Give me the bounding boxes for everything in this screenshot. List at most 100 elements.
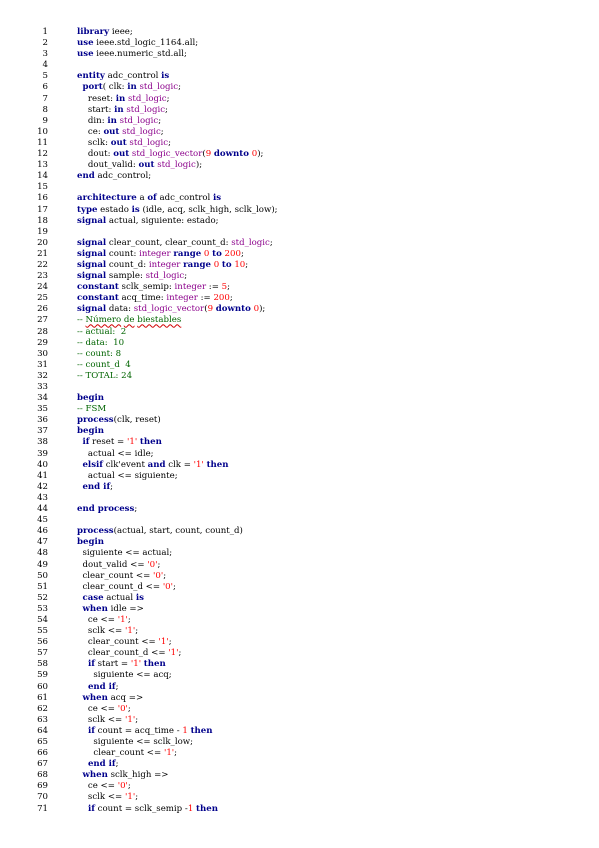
code-token: use (77, 38, 94, 49)
code-line: 53 when idle => (0, 604, 599, 615)
code-token: use (77, 49, 94, 60)
code-token: std_logic (157, 160, 196, 171)
code-text: -- TOTAL: 24 (77, 371, 132, 382)
line-number: 44 (37, 504, 48, 515)
code-text: actual <= idle; (77, 449, 154, 460)
code-token: actual (103, 592, 136, 603)
code-line: 2 use ieee.std_logic_1164.all; (0, 38, 599, 49)
line-number: 26 (37, 304, 48, 315)
line-number: 49 (37, 559, 48, 570)
code-token: ; (168, 637, 172, 648)
code-text: begin (77, 537, 104, 548)
code-token: estado (97, 204, 132, 215)
code-token: '0' (117, 703, 128, 714)
line-number: 63 (37, 714, 48, 725)
code-line: 67 end if; (0, 759, 599, 770)
code-line: 20 signal clear_count, clear_count_d: std… (0, 238, 599, 249)
code-token: in (127, 82, 137, 93)
code-token: begin (77, 393, 104, 404)
code-line: 22 signal count_d: integer range 0 to 10; (0, 260, 599, 271)
code-token: dout_valid <= (77, 559, 148, 570)
code-text: when sclk_high => (77, 770, 169, 781)
code-line: 26 signal data: std_logic_vector(9 downto… (0, 304, 599, 315)
code-line: 13 dout_valid: out std_logic); (0, 160, 599, 171)
code-text: signal actual, siguiente: estado; (77, 216, 219, 227)
code-token: count = sclk_semip - (94, 803, 188, 814)
code-line: 70 sclk <= '1'; (0, 792, 599, 803)
code-token: acq_time: (118, 293, 167, 304)
code-token: std_logic (231, 237, 270, 248)
code-token: ieee.numeric_std.all; (93, 49, 187, 60)
code-token: end (77, 171, 95, 182)
code-text: clear_count_d <= '1'; (77, 648, 181, 659)
code-text: siguiente <= actual; (77, 548, 172, 559)
code-token: process (77, 526, 114, 537)
code-token: acq => (107, 692, 144, 703)
line-number: 2 (42, 38, 48, 49)
code-token: idle => (107, 603, 144, 614)
code-line: 55 sclk <= '1'; (0, 626, 599, 637)
code-token: siguiente <= actual; (77, 548, 173, 559)
code-text: ce <= '0'; (77, 704, 131, 715)
code-text: siguiente <= sclk_low; (77, 737, 193, 748)
code-token: begin (77, 537, 104, 548)
code-token: count: (106, 248, 140, 259)
code-text: ce: out std_logic; (77, 127, 164, 138)
code-token: integer (148, 259, 181, 270)
code-token: '0' (153, 570, 164, 581)
line-number: 37 (37, 426, 48, 437)
code-text: sclk <= '1'; (77, 792, 138, 803)
code-token: ; (245, 259, 249, 270)
code-text: signal count_d: integer range 0 to 10; (77, 260, 248, 271)
code-line: 43 (0, 493, 599, 504)
code-text: -- FSM (77, 404, 106, 415)
code-token: range (183, 259, 211, 270)
code-line: 49 dout_valid <= '0'; (0, 560, 599, 571)
code-line: 34 begin (0, 393, 599, 404)
line-number: 8 (42, 104, 48, 115)
code-token: of (147, 193, 157, 204)
code-token: and (147, 459, 166, 470)
line-number: 43 (37, 492, 48, 503)
line-number: 47 (37, 537, 48, 548)
code-token: in (115, 93, 126, 104)
code-text: clear_count_d <= '0'; (77, 581, 175, 593)
code-token: ; (184, 271, 188, 282)
code-token: (actual, start, count, count_d) (113, 526, 243, 537)
code-line: 50 clear_count <= '0'; (0, 571, 599, 582)
code-token: out (110, 137, 127, 148)
code-token: '0' (162, 581, 174, 592)
code-token: signal (77, 248, 107, 259)
code-token: then (143, 659, 166, 670)
line-number: 62 (37, 703, 48, 714)
code-text: ce <= '0'; (77, 781, 131, 792)
code-token: sclk_high => (107, 770, 169, 781)
code-text: -- count_d 4 (77, 360, 131, 371)
code-token: ; (127, 614, 131, 625)
code-text: begin (77, 393, 104, 404)
code-line: 71 if count = sclk_semip -1 then (0, 804, 599, 815)
code-text: dout_valid <= '0'; (77, 560, 160, 571)
code-token: 200 (213, 293, 230, 304)
code-token: ); (259, 304, 266, 315)
code-text: constant acq_time: integer := 200; (77, 293, 233, 304)
line-number: 32 (37, 370, 48, 381)
code-text: actual <= siguiente; (77, 471, 178, 482)
code-token: 10 (234, 259, 246, 270)
code-token: ; (163, 570, 167, 581)
code-line: 24 constant sclk_semip: integer := 5; (0, 282, 599, 293)
code-text: start: in std_logic; (77, 105, 168, 116)
line-number: 65 (37, 737, 48, 747)
line-number: 20 (37, 237, 48, 248)
code-text: end if; (77, 682, 119, 693)
code-token: clear_count <= (77, 637, 159, 648)
code-token: constant (77, 293, 119, 304)
line-number: 12 (37, 149, 48, 160)
code-token: is (161, 71, 170, 82)
line-number: 66 (37, 748, 48, 759)
code-line: 46 process(actual, start, count, count_d) (0, 526, 599, 537)
code-token: '1' (124, 626, 136, 637)
code-token: ; (178, 648, 182, 659)
code-token: range (173, 248, 202, 259)
line-number: 64 (37, 725, 48, 736)
